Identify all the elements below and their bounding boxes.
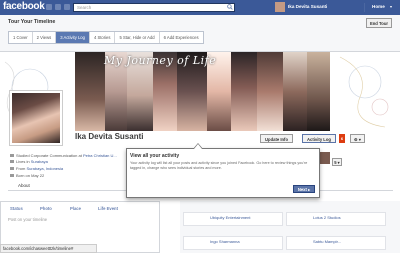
browser-status-bar: facebook.com/ichasweetttzk/timeline# xyxy=(0,244,97,253)
hometown-link[interactable]: Surabaya, Indonesia xyxy=(26,166,63,171)
tour-step-add-experiences[interactable]: 6 Add Experiences xyxy=(160,32,203,43)
popup-title: View all your activity xyxy=(130,153,180,159)
tour-step-cover[interactable]: 1 Cover xyxy=(9,32,33,43)
profile-name: Ika Devita Susanti xyxy=(75,132,144,141)
activity-log-button[interactable]: Activity Log xyxy=(302,134,336,143)
status-tab[interactable]: Status xyxy=(10,206,23,211)
profile-picture[interactable] xyxy=(9,90,63,146)
account-menu-icon[interactable]: ▾ xyxy=(390,4,396,10)
profile-thumbnail[interactable] xyxy=(275,2,285,12)
profile-link[interactable]: Ika Devita Susanti xyxy=(288,4,327,9)
info-education: Studied Corporate Communication at Petra… xyxy=(10,153,117,158)
tour-step-activity-log[interactable]: 3 Activity Log xyxy=(56,32,90,43)
next-button[interactable]: Next ▸ xyxy=(293,185,315,193)
friend-requests-icon[interactable] xyxy=(46,4,52,10)
education-link[interactable]: Petra Christian U... xyxy=(83,153,117,158)
place-tab[interactable]: Place xyxy=(70,206,81,211)
lives-in-link[interactable]: Surabaya xyxy=(31,159,48,164)
tour-step-views[interactable]: 2 Views xyxy=(33,32,57,43)
search-input[interactable]: Search xyxy=(73,3,235,12)
search-icon[interactable] xyxy=(227,4,233,10)
end-tour-button[interactable]: End Tour xyxy=(366,18,392,28)
cover-overlay-text: My Journey of Life xyxy=(104,54,217,67)
location-icon xyxy=(10,167,14,171)
photo-tab[interactable]: Photo xyxy=(40,206,52,211)
update-info-button[interactable]: Update Info xyxy=(260,134,293,143)
facebook-logo[interactable]: facebook xyxy=(3,1,45,12)
background-decoration xyxy=(330,52,400,132)
tour-steps: 1 Cover 2 Views 3 Activity Log 4 Stories… xyxy=(8,31,204,44)
popup-body: Your activity log will list all your pos… xyxy=(130,161,308,170)
info-lives-in: Lives in Surabaya xyxy=(10,159,48,164)
life-event-tab[interactable]: Life Event xyxy=(98,206,118,211)
tour-step-star-hide-add[interactable]: 5 Star, Hide or Add xyxy=(115,32,160,43)
messages-icon[interactable] xyxy=(55,4,61,10)
home-icon xyxy=(10,160,14,164)
card-label[interactable]: Ingo Sharmanna xyxy=(210,239,240,244)
tour-title: Tour Your Timeline xyxy=(8,19,56,25)
about-link[interactable]: About xyxy=(18,183,30,188)
settings-gear-button[interactable]: ⚙ ▾ xyxy=(350,134,365,143)
card-label[interactable]: Lotus 2 Studios xyxy=(313,215,341,220)
card-label[interactable]: Ubiquity Entertainment xyxy=(210,215,250,220)
info-birthday: Born on May 22 xyxy=(10,173,44,178)
sections-dropdown[interactable]: 5 ▾ xyxy=(332,158,342,166)
notifications-icon[interactable] xyxy=(64,4,70,10)
card-label[interactable]: Sabtu Mampir... xyxy=(313,239,341,244)
composer-input[interactable]: Post on your timeline xyxy=(8,217,47,222)
home-link[interactable]: Home xyxy=(372,4,385,9)
tour-step-stories[interactable]: 4 Stories xyxy=(90,32,116,43)
education-icon xyxy=(10,154,14,158)
info-from: From Surabaya, Indonesia xyxy=(10,166,63,171)
nav-divider xyxy=(364,3,365,12)
popup-arrow-fill xyxy=(194,144,202,149)
avatar-image xyxy=(12,93,60,143)
activity-count-badge: 6 xyxy=(339,134,345,143)
birthday-icon xyxy=(10,174,14,178)
